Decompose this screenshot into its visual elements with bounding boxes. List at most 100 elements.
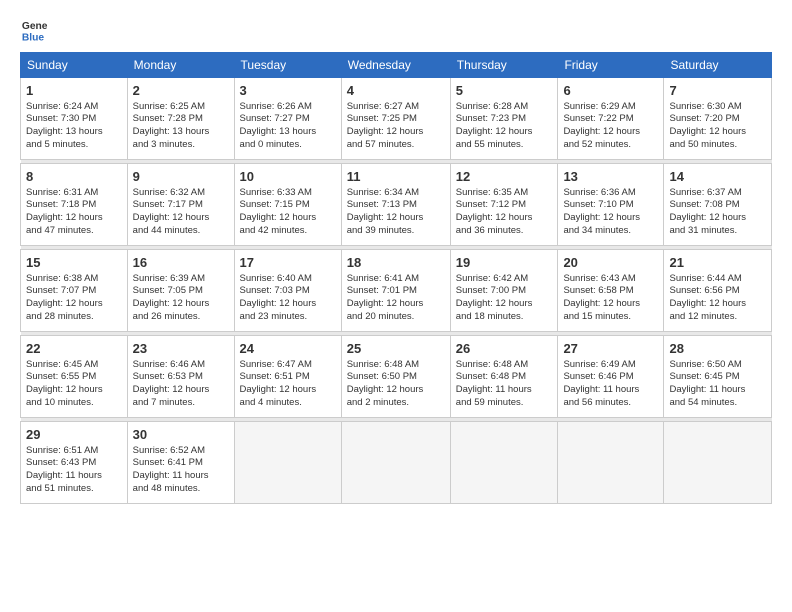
day-number: 30 bbox=[133, 426, 229, 444]
page: General Blue SundayMondayTuesdayWednesda… bbox=[0, 0, 792, 612]
day-detail: Sunrise: 6:43 AMSunset: 6:58 PMDaylight:… bbox=[563, 273, 658, 324]
calendar-cell: 26Sunrise: 6:48 AMSunset: 6:48 PMDayligh… bbox=[450, 336, 558, 418]
week-row-3: 15Sunrise: 6:38 AMSunset: 7:07 PMDayligh… bbox=[21, 250, 772, 332]
day-detail: Sunrise: 6:35 AMSunset: 7:12 PMDaylight:… bbox=[456, 187, 553, 238]
day-detail: Sunrise: 6:24 AMSunset: 7:30 PMDaylight:… bbox=[26, 101, 122, 152]
col-header-friday: Friday bbox=[558, 53, 664, 78]
day-detail: Sunrise: 6:48 AMSunset: 6:48 PMDaylight:… bbox=[456, 359, 553, 410]
day-detail: Sunrise: 6:26 AMSunset: 7:27 PMDaylight:… bbox=[240, 101, 336, 152]
day-number: 10 bbox=[240, 168, 336, 186]
col-header-saturday: Saturday bbox=[664, 53, 772, 78]
day-detail: Sunrise: 6:34 AMSunset: 7:13 PMDaylight:… bbox=[347, 187, 445, 238]
svg-text:Blue: Blue bbox=[22, 32, 45, 43]
logo: General Blue bbox=[20, 16, 52, 44]
calendar-cell: 19Sunrise: 6:42 AMSunset: 7:00 PMDayligh… bbox=[450, 250, 558, 332]
day-number: 18 bbox=[347, 254, 445, 272]
day-detail: Sunrise: 6:51 AMSunset: 6:43 PMDaylight:… bbox=[26, 445, 122, 496]
day-number: 14 bbox=[669, 168, 766, 186]
week-row-4: 22Sunrise: 6:45 AMSunset: 6:55 PMDayligh… bbox=[21, 336, 772, 418]
day-detail: Sunrise: 6:45 AMSunset: 6:55 PMDaylight:… bbox=[26, 359, 122, 410]
calendar-cell: 30Sunrise: 6:52 AMSunset: 6:41 PMDayligh… bbox=[127, 422, 234, 504]
calendar-cell bbox=[450, 422, 558, 504]
calendar-cell: 23Sunrise: 6:46 AMSunset: 6:53 PMDayligh… bbox=[127, 336, 234, 418]
col-header-wednesday: Wednesday bbox=[341, 53, 450, 78]
svg-text:General: General bbox=[22, 21, 48, 32]
day-number: 24 bbox=[240, 340, 336, 358]
calendar-cell: 28Sunrise: 6:50 AMSunset: 6:45 PMDayligh… bbox=[664, 336, 772, 418]
calendar-cell: 17Sunrise: 6:40 AMSunset: 7:03 PMDayligh… bbox=[234, 250, 341, 332]
day-detail: Sunrise: 6:46 AMSunset: 6:53 PMDaylight:… bbox=[133, 359, 229, 410]
calendar-cell: 27Sunrise: 6:49 AMSunset: 6:46 PMDayligh… bbox=[558, 336, 664, 418]
calendar-body: 1Sunrise: 6:24 AMSunset: 7:30 PMDaylight… bbox=[21, 78, 772, 504]
calendar-cell: 5Sunrise: 6:28 AMSunset: 7:23 PMDaylight… bbox=[450, 78, 558, 160]
day-number: 28 bbox=[669, 340, 766, 358]
calendar-cell bbox=[664, 422, 772, 504]
day-number: 19 bbox=[456, 254, 553, 272]
day-number: 2 bbox=[133, 82, 229, 100]
calendar-table: SundayMondayTuesdayWednesdayThursdayFrid… bbox=[20, 52, 772, 504]
day-detail: Sunrise: 6:48 AMSunset: 6:50 PMDaylight:… bbox=[347, 359, 445, 410]
day-detail: Sunrise: 6:49 AMSunset: 6:46 PMDaylight:… bbox=[563, 359, 658, 410]
day-number: 8 bbox=[26, 168, 122, 186]
day-number: 25 bbox=[347, 340, 445, 358]
header: General Blue bbox=[20, 16, 772, 44]
day-detail: Sunrise: 6:37 AMSunset: 7:08 PMDaylight:… bbox=[669, 187, 766, 238]
calendar-cell: 15Sunrise: 6:38 AMSunset: 7:07 PMDayligh… bbox=[21, 250, 128, 332]
calendar-cell: 1Sunrise: 6:24 AMSunset: 7:30 PMDaylight… bbox=[21, 78, 128, 160]
day-number: 13 bbox=[563, 168, 658, 186]
day-number: 17 bbox=[240, 254, 336, 272]
calendar-cell bbox=[234, 422, 341, 504]
day-number: 27 bbox=[563, 340, 658, 358]
calendar-cell: 11Sunrise: 6:34 AMSunset: 7:13 PMDayligh… bbox=[341, 164, 450, 246]
day-number: 11 bbox=[347, 168, 445, 186]
day-number: 15 bbox=[26, 254, 122, 272]
calendar-cell: 2Sunrise: 6:25 AMSunset: 7:28 PMDaylight… bbox=[127, 78, 234, 160]
day-number: 23 bbox=[133, 340, 229, 358]
calendar-cell bbox=[558, 422, 664, 504]
calendar-cell: 7Sunrise: 6:30 AMSunset: 7:20 PMDaylight… bbox=[664, 78, 772, 160]
calendar-cell: 24Sunrise: 6:47 AMSunset: 6:51 PMDayligh… bbox=[234, 336, 341, 418]
calendar-cell: 9Sunrise: 6:32 AMSunset: 7:17 PMDaylight… bbox=[127, 164, 234, 246]
col-header-monday: Monday bbox=[127, 53, 234, 78]
calendar-cell: 21Sunrise: 6:44 AMSunset: 6:56 PMDayligh… bbox=[664, 250, 772, 332]
day-number: 12 bbox=[456, 168, 553, 186]
calendar-cell: 4Sunrise: 6:27 AMSunset: 7:25 PMDaylight… bbox=[341, 78, 450, 160]
week-row-5: 29Sunrise: 6:51 AMSunset: 6:43 PMDayligh… bbox=[21, 422, 772, 504]
day-detail: Sunrise: 6:29 AMSunset: 7:22 PMDaylight:… bbox=[563, 101, 658, 152]
day-detail: Sunrise: 6:30 AMSunset: 7:20 PMDaylight:… bbox=[669, 101, 766, 152]
calendar-cell: 29Sunrise: 6:51 AMSunset: 6:43 PMDayligh… bbox=[21, 422, 128, 504]
day-detail: Sunrise: 6:44 AMSunset: 6:56 PMDaylight:… bbox=[669, 273, 766, 324]
calendar-cell: 16Sunrise: 6:39 AMSunset: 7:05 PMDayligh… bbox=[127, 250, 234, 332]
day-detail: Sunrise: 6:39 AMSunset: 7:05 PMDaylight:… bbox=[133, 273, 229, 324]
day-number: 29 bbox=[26, 426, 122, 444]
day-detail: Sunrise: 6:52 AMSunset: 6:41 PMDaylight:… bbox=[133, 445, 229, 496]
day-detail: Sunrise: 6:47 AMSunset: 6:51 PMDaylight:… bbox=[240, 359, 336, 410]
day-number: 9 bbox=[133, 168, 229, 186]
calendar-cell: 3Sunrise: 6:26 AMSunset: 7:27 PMDaylight… bbox=[234, 78, 341, 160]
day-detail: Sunrise: 6:32 AMSunset: 7:17 PMDaylight:… bbox=[133, 187, 229, 238]
calendar-cell: 22Sunrise: 6:45 AMSunset: 6:55 PMDayligh… bbox=[21, 336, 128, 418]
col-header-tuesday: Tuesday bbox=[234, 53, 341, 78]
day-number: 22 bbox=[26, 340, 122, 358]
calendar-cell: 25Sunrise: 6:48 AMSunset: 6:50 PMDayligh… bbox=[341, 336, 450, 418]
day-number: 1 bbox=[26, 82, 122, 100]
day-number: 16 bbox=[133, 254, 229, 272]
day-detail: Sunrise: 6:50 AMSunset: 6:45 PMDaylight:… bbox=[669, 359, 766, 410]
col-header-sunday: Sunday bbox=[21, 53, 128, 78]
day-number: 6 bbox=[563, 82, 658, 100]
calendar-cell: 10Sunrise: 6:33 AMSunset: 7:15 PMDayligh… bbox=[234, 164, 341, 246]
week-row-2: 8Sunrise: 6:31 AMSunset: 7:18 PMDaylight… bbox=[21, 164, 772, 246]
day-detail: Sunrise: 6:33 AMSunset: 7:15 PMDaylight:… bbox=[240, 187, 336, 238]
calendar-cell: 8Sunrise: 6:31 AMSunset: 7:18 PMDaylight… bbox=[21, 164, 128, 246]
day-number: 5 bbox=[456, 82, 553, 100]
day-detail: Sunrise: 6:36 AMSunset: 7:10 PMDaylight:… bbox=[563, 187, 658, 238]
day-number: 7 bbox=[669, 82, 766, 100]
day-number: 4 bbox=[347, 82, 445, 100]
col-header-thursday: Thursday bbox=[450, 53, 558, 78]
logo-icon: General Blue bbox=[20, 16, 48, 44]
column-header-row: SundayMondayTuesdayWednesdayThursdayFrid… bbox=[21, 53, 772, 78]
calendar-cell bbox=[341, 422, 450, 504]
day-detail: Sunrise: 6:28 AMSunset: 7:23 PMDaylight:… bbox=[456, 101, 553, 152]
day-detail: Sunrise: 6:38 AMSunset: 7:07 PMDaylight:… bbox=[26, 273, 122, 324]
day-number: 20 bbox=[563, 254, 658, 272]
